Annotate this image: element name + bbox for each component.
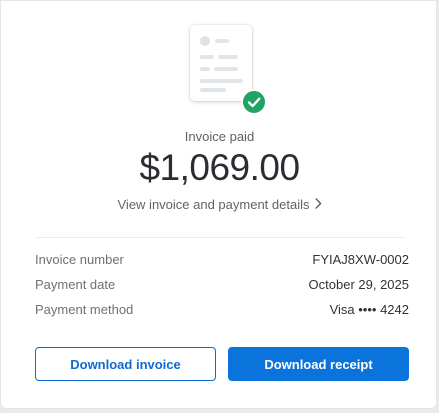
- check-circle-icon: [241, 89, 267, 115]
- download-invoice-button[interactable]: Download invoice: [35, 347, 216, 381]
- detail-label: Payment method: [35, 302, 134, 317]
- detail-value: FYIAJ8XW-0002: [312, 252, 409, 267]
- detail-label: Payment date: [35, 277, 116, 292]
- divider: [35, 237, 406, 238]
- detail-value: October 29, 2025: [308, 277, 409, 292]
- detail-row-invoice-number: Invoice number FYIAJ8XW-0002: [35, 252, 409, 270]
- amount-paid: $1,069.00: [139, 147, 300, 188]
- invoice-paid-card: Invoice paid $1,069.00 View invoice and …: [0, 0, 437, 409]
- detail-row-payment-date: Payment date October 29, 2025: [35, 277, 409, 295]
- detail-row-payment-method: Payment method Visa •••• 4242: [35, 302, 409, 320]
- status-label: Invoice paid: [184, 129, 255, 144]
- detail-label: Invoice number: [35, 252, 124, 267]
- detail-value: Visa •••• 4242: [329, 302, 409, 317]
- view-details-label: View invoice and payment details: [117, 197, 310, 212]
- chevron-right-icon: [314, 197, 322, 212]
- invoice-document-icon: [190, 25, 252, 101]
- view-details-link[interactable]: View invoice and payment details: [1, 197, 438, 212]
- download-receipt-button[interactable]: Download receipt: [228, 347, 409, 381]
